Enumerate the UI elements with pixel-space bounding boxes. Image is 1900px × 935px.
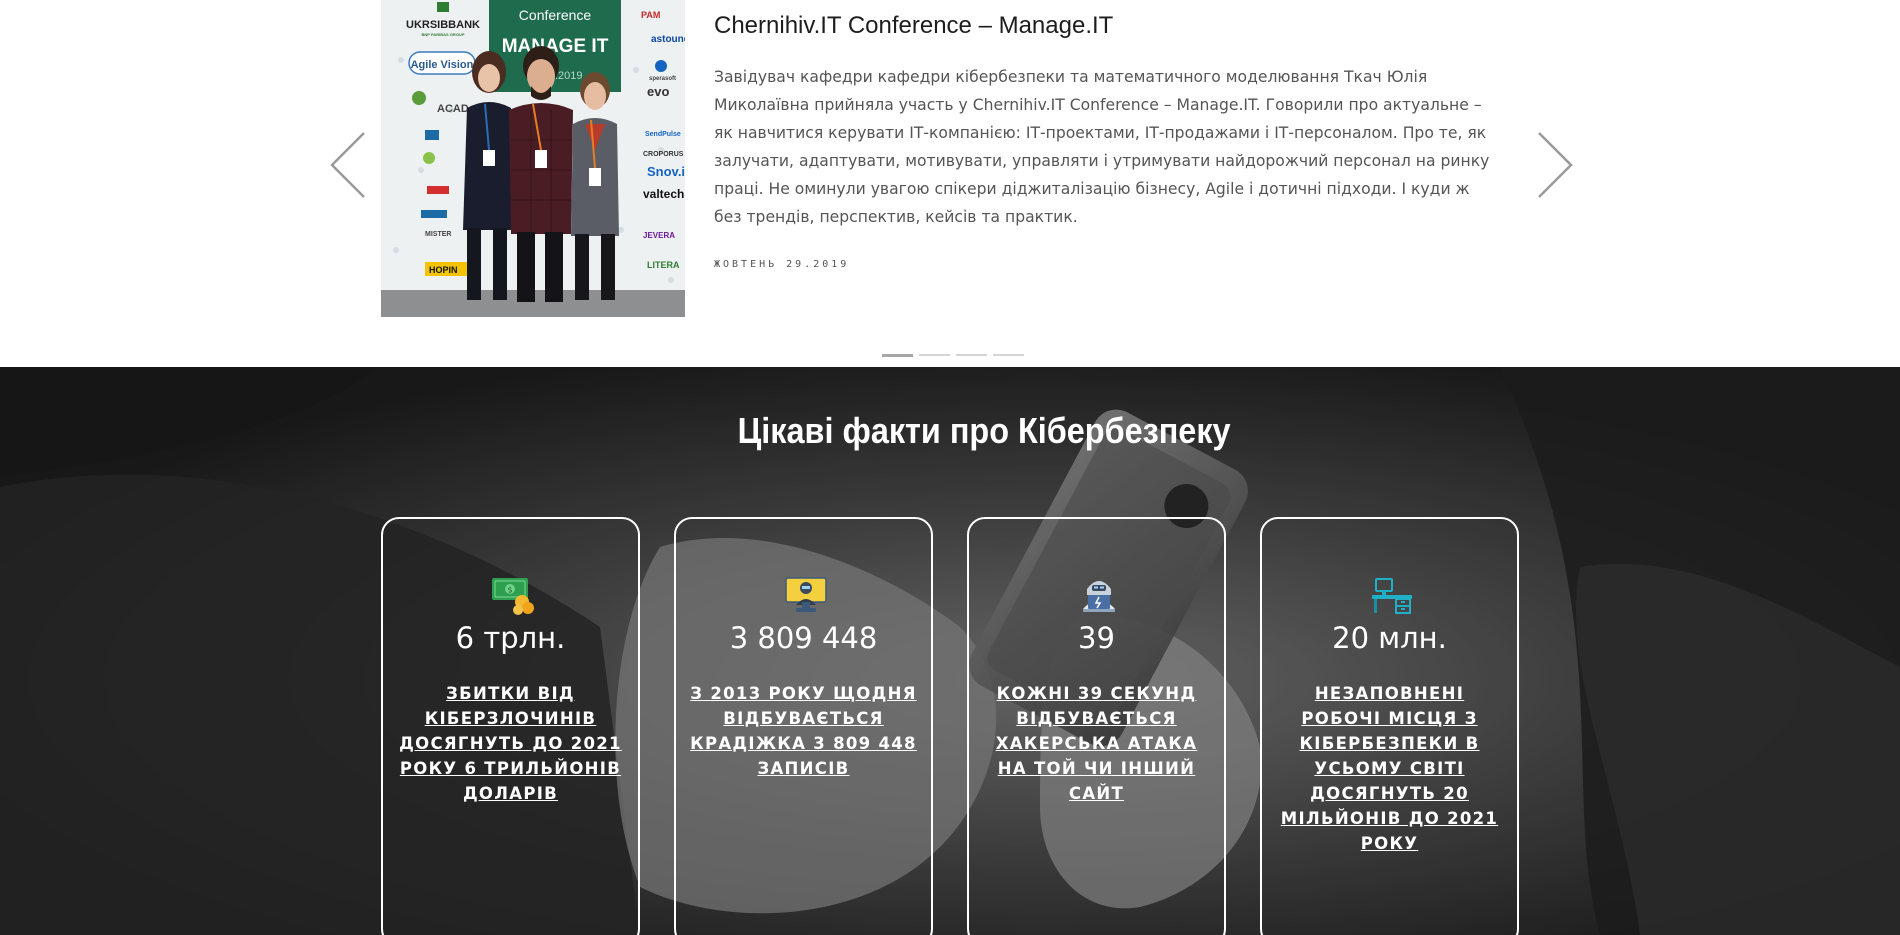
sponsor-logo: ACAD [437,103,469,115]
svg-text:$: $ [507,586,512,595]
sponsor-logo: UKRSIBBANK [406,19,480,31]
slide-title[interactable]: Chernihiv.IT Conference – Manage.IT [714,10,1494,42]
slide-photo[interactable]: Conference MANAGE IT 26.10.2019 UKRSIBBA… [381,0,685,317]
banner-text: Conference [519,7,592,23]
fact-card: $ 6 трлн. Збитки від кіберзлочинів досяг… [381,517,640,935]
fact-number: 3 809 448 [729,621,878,655]
sponsor-logo: HOPIN [429,265,458,275]
sponsor-logo: evo [647,84,669,99]
sponsor-logo: SendPulse [645,131,681,138]
slide-text: Завідувач кафедри кафедри кібербезпеки т… [714,68,1490,226]
slide-date: жовтень 29.2019 [714,259,850,270]
sponsor-logo: Agile Vision [411,59,474,71]
sponsor-logo: BNP PARIBAS GROUP [422,32,465,37]
slider-dot[interactable] [956,354,987,356]
conference-photo: Conference MANAGE IT 26.10.2019 UKRSIBBA… [381,0,685,317]
fact-description-link[interactable]: Кожні 39 секунд відбувається хакерська а… [983,681,1210,806]
fact-card: 39 Кожні 39 секунд відбувається хакерськ… [967,517,1226,935]
facts-section: Цікаві факти про Кібербезпеку $ 6 трлн. … [0,367,1900,935]
fact-description-link[interactable]: З 2013 року щодня відбувається крадіжка … [690,681,917,781]
money-icon: $ [491,575,535,615]
slider-pagination [882,354,1024,357]
fact-number: 6 трлн. [455,621,566,655]
sponsor-logo: JEVERA [643,231,675,240]
sponsor-logo: Snov.io [647,164,685,179]
sponsor-logo: astound [651,34,685,45]
fact-card: 20 млн. Незаповнені робочі місця з кібер… [1260,517,1519,935]
fact-number: 20 млн. [1332,621,1447,655]
fact-number: 39 [1078,621,1115,655]
sponsor-logo: PAM [641,10,660,20]
sponsor-logo: valtech. [643,187,685,201]
fact-description-link[interactable]: Незаповнені робочі місця з кібербезпеки … [1276,681,1503,856]
fact-description-link[interactable]: Збитки від кіберзлочинів досягнуть до 20… [397,681,624,806]
slider-dot[interactable] [993,354,1024,356]
slider-prev-button[interactable] [329,131,369,199]
sponsor-logo: sperasoft [649,76,676,82]
sponsor-logo: CROPORUS [643,151,684,158]
facts-title: Цікаві факти про Кібербезпеку [737,410,1231,451]
slider-next-button[interactable] [1534,131,1574,199]
chevron-right-icon [1538,132,1573,198]
sponsor-logo: MISTER [425,231,451,238]
page: Conference MANAGE IT 26.10.2019 UKRSIBBA… [0,0,1900,935]
slider-dot[interactable] [919,354,950,356]
chevron-left-icon [330,132,365,198]
hacker-laptop-icon [1077,575,1121,615]
slider-dot[interactable] [882,354,913,357]
hacker-monitor-icon [784,575,828,615]
office-desk-icon [1370,575,1414,615]
sponsor-logo: LITERA [647,260,680,270]
fact-card: 3 809 448 З 2013 року щодня відбувається… [674,517,933,935]
news-slider: Conference MANAGE IT 26.10.2019 UKRSIBBA… [0,0,1900,367]
